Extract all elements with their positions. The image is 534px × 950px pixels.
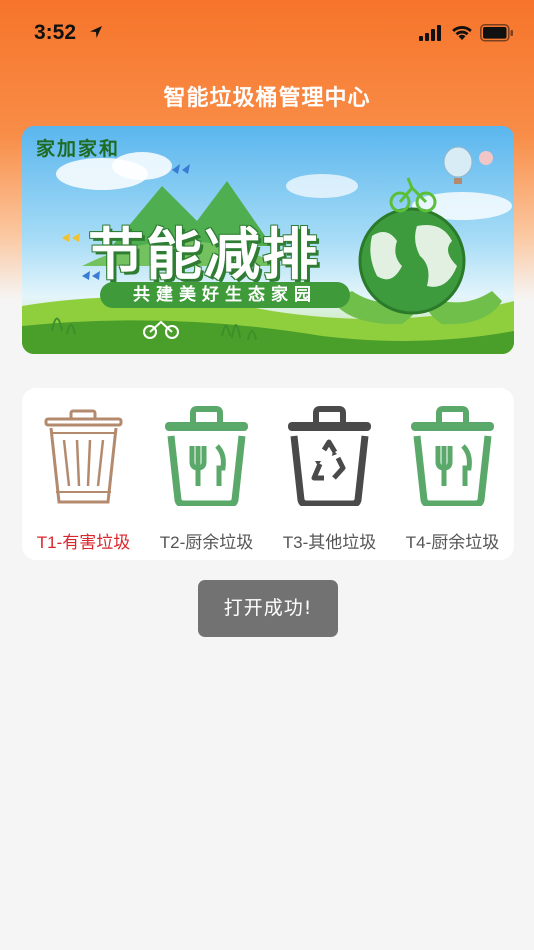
hazardous-bin-icon: [44, 409, 123, 504]
banner-title: 节能减排: [88, 222, 320, 288]
status-bar: 3:52: [0, 0, 534, 66]
bin-t3-other[interactable]: T3-其他垃圾: [268, 406, 391, 552]
cellular-signal-icon: [419, 25, 441, 41]
status-time: 3:52: [34, 21, 77, 44]
banner-subtitle: 共建美好生态家园: [100, 282, 350, 308]
banner-brand-logo: 家加家和: [36, 138, 121, 160]
battery-icon: [480, 24, 513, 42]
kitchen-waste-bin-icon: [411, 406, 494, 506]
bin-label: T4-厨余垃圾: [405, 533, 500, 552]
page-title: 智能垃圾桶管理中心: [163, 86, 371, 111]
bin-t4-kitchen[interactable]: T4-厨余垃圾: [391, 406, 514, 552]
toast-message: 打开成功!: [198, 580, 338, 637]
bin-t1-hazardous[interactable]: T1-有害垃圾: [22, 406, 145, 552]
wifi-icon: [452, 25, 472, 40]
other-waste-bin-icon: [288, 406, 371, 506]
kitchen-waste-bin-icon: [165, 406, 248, 506]
bin-label: T3-其他垃圾: [282, 533, 377, 552]
bin-label: T1-有害垃圾: [36, 533, 131, 552]
bin-selector-card: T1-有害垃圾 T2-厨余垃圾 T3-其他垃圾 T4-厨余垃圾: [22, 388, 514, 560]
bin-label: T2-厨余垃圾: [159, 533, 254, 552]
location-arrow-icon: [90, 26, 102, 38]
eco-banner[interactable]: 家加家和 节能减排 共建美好生态家园: [22, 126, 514, 354]
bin-t2-kitchen[interactable]: T2-厨余垃圾: [145, 406, 268, 552]
